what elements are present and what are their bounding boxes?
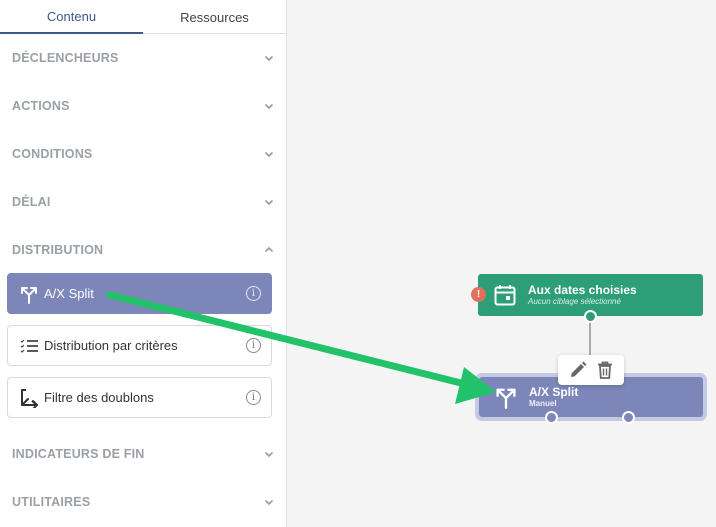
warning-badge[interactable]: ! <box>471 287 486 302</box>
node-toolbar <box>558 355 624 385</box>
split-icon <box>493 384 519 410</box>
trash-icon[interactable] <box>595 360 615 380</box>
node-subtitle: Manuel <box>529 399 557 408</box>
output-port-b[interactable] <box>622 411 635 424</box>
node-title: Aux dates choisies <box>528 283 637 297</box>
output-port[interactable] <box>584 310 597 323</box>
output-port-a[interactable] <box>545 411 558 424</box>
node-title: A/X Split <box>529 385 579 399</box>
connector-line <box>589 316 591 360</box>
calendar-icon <box>492 282 518 308</box>
node-subtitle: Aucun ciblage sélectionné <box>528 297 621 306</box>
pencil-icon[interactable] <box>568 360 588 380</box>
